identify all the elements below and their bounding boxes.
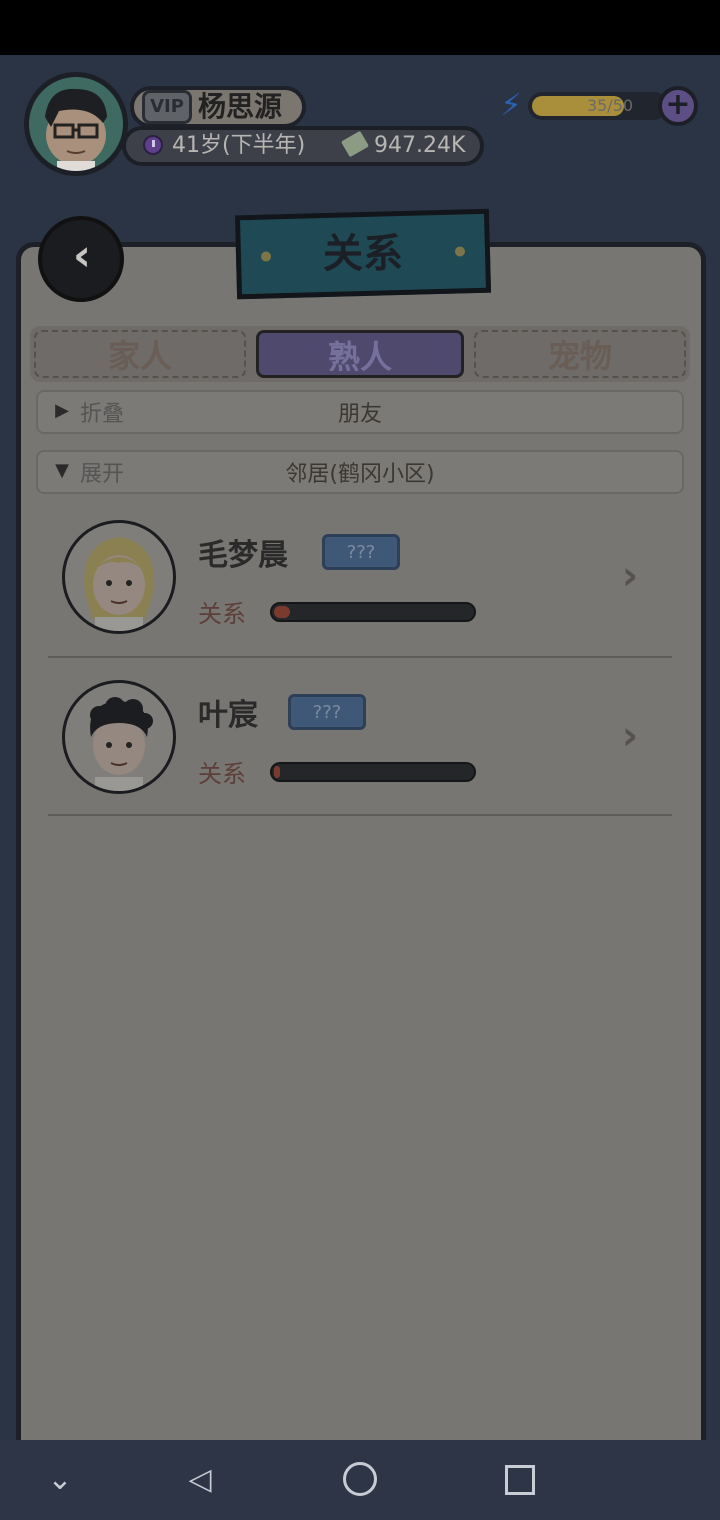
contact-name: 叶宸: [198, 698, 258, 733]
row-divider: [48, 814, 672, 816]
chevron-down-icon[interactable]: ⌄: [38, 1458, 82, 1502]
vip-badge[interactable]: VIP: [142, 90, 192, 124]
relationship-bar: [270, 602, 476, 622]
player-portrait-icon: [45, 88, 107, 171]
nav-recents-icon[interactable]: [505, 1465, 535, 1495]
player-age: 41岁(下半年): [172, 133, 306, 158]
chevron-right-icon[interactable]: ›: [612, 714, 648, 758]
section-title: 邻居(鹤冈小区): [285, 462, 435, 487]
contact-avatar[interactable]: [62, 680, 176, 794]
lightning-icon: ⚡: [500, 88, 522, 123]
tab-family[interactable]: 家人: [34, 330, 246, 378]
energy-text: 35/50: [586, 96, 634, 115]
nav-home-icon[interactable]: [343, 1462, 377, 1496]
section-title: 朋友: [337, 402, 382, 427]
nav-back-icon[interactable]: ◁: [178, 1458, 222, 1502]
player-money: 947.24K: [374, 133, 466, 158]
contact-avatar[interactable]: [62, 520, 176, 634]
clock-icon: [143, 135, 163, 155]
add-energy-button[interactable]: +: [658, 86, 698, 126]
row-divider: [48, 656, 672, 658]
page-title: 关系: [323, 231, 403, 277]
back-arrow-icon[interactable]: ‹: [62, 234, 102, 278]
tab-pets[interactable]: 宠物: [474, 330, 686, 378]
relationship-label: 关系: [198, 600, 246, 628]
player-name: 杨思源: [198, 90, 283, 123]
player-avatar[interactable]: [24, 72, 128, 176]
tab-acquaintances[interactable]: 熟人: [256, 330, 464, 378]
tab-acquaintances-label: 熟人: [327, 338, 392, 376]
curly-hair-boy-avatar-icon: [90, 697, 153, 791]
blonde-girl-avatar-icon: [84, 537, 154, 631]
relationship-bar-fill: [274, 766, 280, 778]
relationship-label: 关系: [198, 760, 246, 788]
relationship-bar: [270, 762, 476, 782]
status-bar: [0, 0, 720, 55]
relationship-bar-fill: [274, 606, 290, 618]
unknown-tag: ???: [322, 534, 400, 570]
chevron-right-icon[interactable]: ›: [612, 554, 648, 598]
contact-name: 毛梦晨: [198, 538, 288, 573]
unknown-tag: ???: [288, 694, 366, 730]
